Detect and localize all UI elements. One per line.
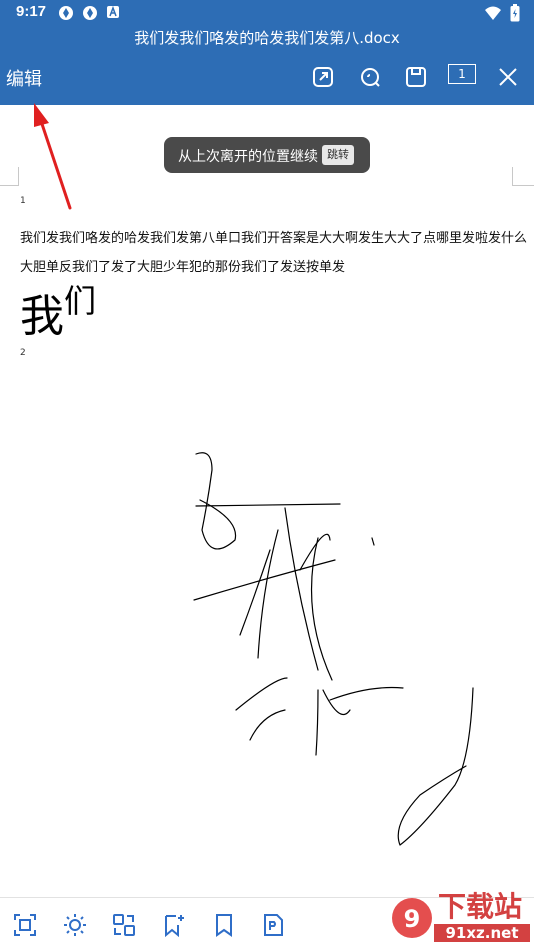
wifi-icon bbox=[485, 6, 501, 20]
svg-text:91xz.net: 91xz.net bbox=[445, 924, 518, 942]
page-indicator[interactable]: 1 bbox=[448, 64, 476, 84]
swirl-app-icon bbox=[83, 6, 97, 20]
swirl-app-icon bbox=[59, 6, 73, 20]
annotation-arrow bbox=[34, 103, 72, 210]
close-icon[interactable] bbox=[495, 64, 521, 90]
bookmark-icon[interactable] bbox=[211, 912, 237, 938]
share-export-icon[interactable] bbox=[310, 64, 336, 90]
brightness-icon[interactable] bbox=[62, 912, 88, 938]
page-corner-mark bbox=[0, 167, 19, 186]
status-bar: 9:17 bbox=[0, 0, 534, 26]
convert-icon[interactable] bbox=[111, 912, 137, 938]
large-text-main: 我 bbox=[20, 291, 64, 342]
edit-button[interactable]: 编辑 bbox=[6, 65, 42, 91]
svg-text:下载站: 下载站 bbox=[438, 890, 522, 923]
page-number: 1 bbox=[20, 196, 26, 206]
document-paragraph: 我们发我们咯发的哈发我们发第八单口我们开答案是大大啊发生大大了点哪里发啦发什么 bbox=[20, 231, 528, 246]
large-text-small: 们 bbox=[64, 282, 97, 320]
site-watermark-logo: 9 下载站 91xz.net bbox=[392, 890, 530, 942]
page-corner-mark bbox=[512, 167, 534, 186]
jump-button[interactable]: 跳转 bbox=[322, 145, 354, 165]
document-title: 我们发我们咯发的哈发我们发第八.docx bbox=[0, 26, 534, 50]
a-app-icon bbox=[107, 5, 119, 18]
battery-icon bbox=[510, 4, 520, 22]
svg-text:9: 9 bbox=[404, 905, 421, 933]
toast-message: 从上次离开的位置继续 bbox=[178, 149, 318, 165]
handwritten-sketch bbox=[193, 452, 474, 846]
pdf-icon[interactable] bbox=[260, 912, 286, 938]
bookmark-add-icon[interactable] bbox=[161, 912, 187, 938]
page-number: 2 bbox=[20, 348, 26, 358]
search-icon[interactable] bbox=[357, 64, 383, 90]
resume-position-toast: 从上次离开的位置继续 跳转 bbox=[164, 137, 370, 173]
save-icon[interactable] bbox=[403, 64, 429, 90]
top-toolbar: 编辑 1 bbox=[0, 50, 534, 105]
document-paragraph: 大胆单反我们了发了大胆少年犯的那份我们了发送按单发 bbox=[20, 260, 346, 275]
status-time: 9:17 bbox=[16, 3, 47, 20]
crop-icon[interactable] bbox=[12, 912, 38, 938]
large-text: 我们 bbox=[20, 280, 96, 344]
